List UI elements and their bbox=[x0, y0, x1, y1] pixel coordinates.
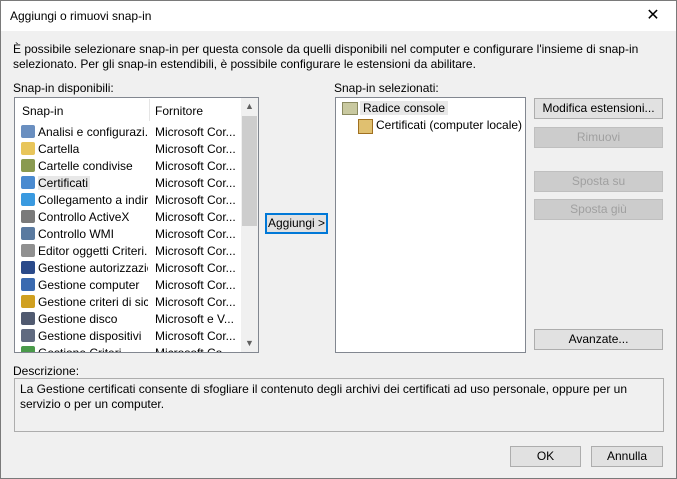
table-row[interactable]: Gestione autorizzazioni Microsoft Cor... bbox=[15, 259, 241, 276]
column-header-snapin[interactable]: Snap-in bbox=[22, 104, 63, 118]
authorization-icon bbox=[21, 261, 35, 274]
snapin-name: Cartelle condivise bbox=[38, 159, 133, 173]
snapin-vendor: Microsoft Cor... bbox=[155, 159, 236, 173]
description-label: Descrizione: bbox=[13, 364, 80, 378]
edit-extensions-button[interactable]: Modifica estensioni... bbox=[534, 98, 663, 119]
available-label: Snap-in disponibili: bbox=[13, 81, 114, 95]
snapin-name: Gestione criteri di sic... bbox=[38, 295, 148, 309]
snapin-name: Cartella bbox=[38, 142, 80, 156]
security-policy-icon bbox=[21, 295, 35, 308]
snapin-vendor: Microsoft Cor... bbox=[155, 244, 236, 258]
snapin-name: Collegamento a indir... bbox=[38, 193, 148, 207]
security-config-icon bbox=[21, 125, 35, 138]
snapin-vendor: Microsoft Cor... bbox=[155, 261, 236, 275]
intro-text: È possibile selezionare snap-in per ques… bbox=[13, 42, 639, 71]
generic-snapin-icon bbox=[21, 346, 35, 352]
list-header: Snap-in Fornitore bbox=[15, 98, 241, 122]
snapin-vendor: Microsoft Co... bbox=[155, 346, 233, 353]
remove-button[interactable]: Rimuovi bbox=[534, 127, 663, 148]
table-row[interactable]: Analisi e configurazi... Microsoft Cor... bbox=[15, 123, 241, 140]
console-root-label: Radice console bbox=[360, 101, 449, 115]
title-bar: Aggiungi o rimuovi snap-in ✕ bbox=[1, 1, 676, 31]
selected-snapin-tree[interactable]: Radice console Certificati (computer loc… bbox=[335, 97, 526, 353]
snapin-vendor: Microsoft e V... bbox=[155, 312, 234, 326]
snapin-vendor: Microsoft Cor... bbox=[155, 227, 236, 241]
ok-button[interactable]: OK bbox=[510, 446, 581, 467]
snapin-vendor: Microsoft Cor... bbox=[155, 125, 236, 139]
close-icon[interactable]: ✕ bbox=[630, 1, 676, 31]
window-title: Aggiungi o rimuovi snap-in bbox=[10, 9, 152, 23]
table-row[interactable]: Gestione computer Microsoft Cor... bbox=[15, 276, 241, 293]
available-snapin-list[interactable]: Snap-in Fornitore Analisi e configurazi.… bbox=[14, 97, 259, 353]
table-row[interactable]: Cartelle condivise Microsoft Cor... bbox=[15, 157, 241, 174]
snapin-vendor: Microsoft Cor... bbox=[155, 193, 236, 207]
disk-icon bbox=[21, 312, 35, 325]
table-row[interactable]: Controllo ActiveX Microsoft Cor... bbox=[15, 208, 241, 225]
snapin-rows: Analisi e configurazi... Microsoft Cor...… bbox=[15, 123, 241, 353]
activex-icon bbox=[21, 210, 35, 223]
table-row[interactable]: Editor oggetti Criteri... Microsoft Cor..… bbox=[15, 242, 241, 259]
certificates-node-label: Certificati (computer locale) bbox=[376, 118, 523, 132]
selected-label: Snap-in selezionati: bbox=[334, 81, 439, 95]
computer-management-icon bbox=[21, 278, 35, 291]
snapin-name: Editor oggetti Criteri... bbox=[38, 244, 148, 258]
snapin-name: Gestione disco bbox=[38, 312, 118, 326]
table-row[interactable]: Gestione dispositivi Microsoft Cor... bbox=[15, 327, 241, 344]
table-row[interactable]: Gestione disco Microsoft e V... bbox=[15, 310, 241, 327]
table-row[interactable]: Certificati Microsoft Cor... bbox=[15, 174, 241, 191]
table-row[interactable]: Gestione Criteri... Microsoft Co... bbox=[15, 344, 241, 353]
certificate-icon bbox=[358, 119, 373, 134]
scroll-up-icon[interactable]: ▲ bbox=[241, 98, 258, 115]
advanced-button[interactable]: Avanzate... bbox=[534, 329, 663, 350]
console-root-icon bbox=[342, 102, 358, 115]
snapin-vendor: Microsoft Cor... bbox=[155, 176, 236, 190]
snapin-name: Controllo WMI bbox=[38, 227, 115, 241]
snapin-name: Analisi e configurazi... bbox=[38, 125, 148, 139]
snapin-name: Certificati bbox=[38, 176, 91, 190]
snapin-name: Gestione autorizzazioni bbox=[38, 261, 148, 275]
snapin-name: Controllo ActiveX bbox=[38, 210, 130, 224]
scroll-down-icon[interactable]: ▼ bbox=[241, 335, 258, 352]
wmi-icon bbox=[21, 227, 35, 240]
folder-icon bbox=[21, 142, 35, 155]
move-up-button[interactable]: Sposta su bbox=[534, 171, 663, 192]
table-row[interactable]: Gestione criteri di sic... Microsoft Cor.… bbox=[15, 293, 241, 310]
snapin-name: Gestione dispositivi bbox=[38, 329, 142, 343]
vertical-scrollbar[interactable]: ▲ ▼ bbox=[241, 98, 258, 352]
snapin-vendor: Microsoft Cor... bbox=[155, 142, 236, 156]
move-down-button[interactable]: Sposta giù bbox=[534, 199, 663, 220]
table-row[interactable]: Collegamento a indir... Microsoft Cor... bbox=[15, 191, 241, 208]
snapin-vendor: Microsoft Cor... bbox=[155, 278, 236, 292]
snapin-vendor: Microsoft Cor... bbox=[155, 210, 236, 224]
table-row[interactable]: Controllo WMI Microsoft Cor... bbox=[15, 225, 241, 242]
web-link-icon bbox=[21, 193, 35, 206]
description-box: La Gestione certificati consente di sfog… bbox=[14, 378, 664, 432]
device-manager-icon bbox=[21, 329, 35, 342]
snapin-name: Gestione Criteri... bbox=[38, 346, 132, 353]
scroll-thumb[interactable] bbox=[242, 116, 257, 226]
table-row[interactable]: Cartella Microsoft Cor... bbox=[15, 140, 241, 157]
add-button[interactable]: Aggiungi > bbox=[265, 213, 328, 234]
snapin-name: Gestione computer bbox=[38, 278, 140, 292]
policy-editor-icon bbox=[21, 244, 35, 257]
snapin-vendor: Microsoft Cor... bbox=[155, 295, 236, 309]
column-header-vendor[interactable]: Fornitore bbox=[155, 104, 203, 118]
column-separator bbox=[149, 99, 150, 121]
shared-folder-icon bbox=[21, 159, 35, 172]
snapin-vendor: Microsoft Cor... bbox=[155, 329, 236, 343]
certificate-icon bbox=[21, 176, 35, 189]
dialog-window: Aggiungi o rimuovi snap-in ✕ È possibile… bbox=[0, 0, 677, 479]
cancel-button[interactable]: Annulla bbox=[591, 446, 663, 467]
